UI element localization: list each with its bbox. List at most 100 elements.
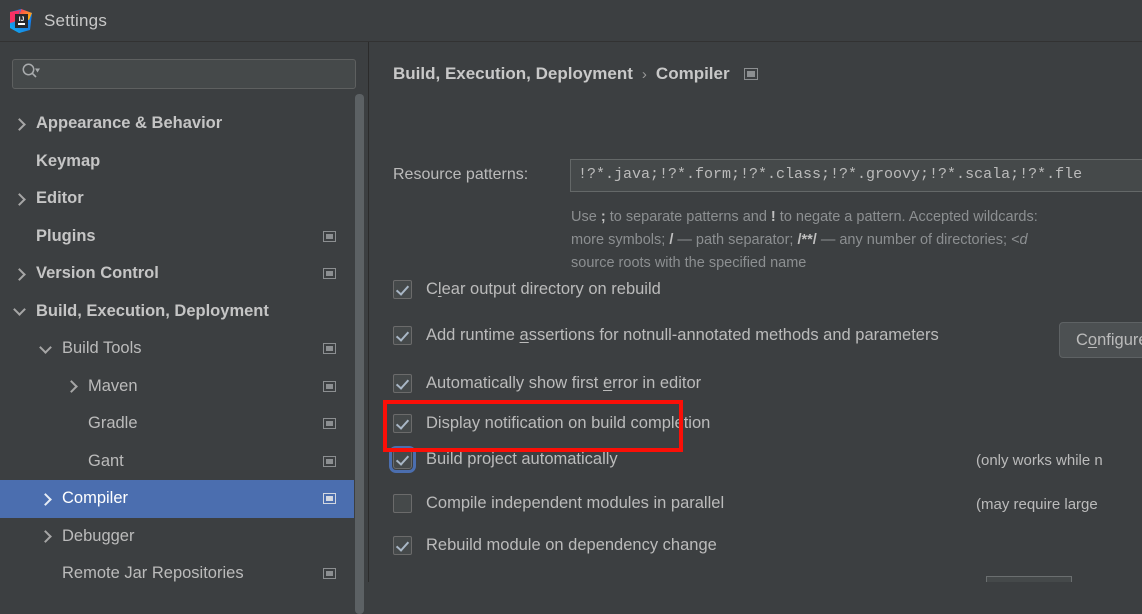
checkbox-label-pre: C — [426, 280, 438, 298]
checkbox-clear-output-directory-on-rebuild[interactable] — [393, 280, 412, 299]
hint-line-3: source roots with the specified name — [571, 255, 807, 271]
chevron-right-icon[interactable] — [38, 491, 54, 507]
sidebar-item-label: Version Control — [36, 264, 159, 283]
sidebar-item-debugger[interactable]: Debugger — [0, 518, 354, 556]
hint-text: Use — [571, 209, 601, 225]
project-scope-icon — [323, 230, 336, 242]
checkbox-label-post: ssertions for notnull-annotated methods … — [528, 326, 939, 344]
sidebar-item-label: Gradle — [88, 414, 138, 433]
checkbox-label-mnemonic: a — [519, 326, 529, 344]
checkbox-rebuild-module-on-dependency-change[interactable] — [393, 536, 412, 555]
checkbox-label: Compile independent modules in parallel — [426, 494, 724, 513]
breadcrumb-parent[interactable]: Build, Execution, Deployment — [393, 64, 633, 84]
sidebar-item-gant[interactable]: Gant — [0, 443, 354, 481]
breadcrumb: Build, Execution, Deployment › Compiler — [393, 64, 758, 84]
chevron-down-icon[interactable] — [38, 340, 54, 357]
heap-size-input[interactable]: 700 — [986, 576, 1072, 582]
sidebar-item-label: Build, Execution, Deployment — [36, 301, 269, 320]
checkbox-add-runtime-assertions-for-notnull-annotated-m[interactable] — [393, 326, 412, 345]
checkbox-label-post: ear output directory on rebuild — [441, 280, 661, 298]
sidebar-item-editor[interactable]: Editor — [0, 180, 354, 218]
sidebar-item-label: Remote Jar Repositories — [62, 564, 244, 582]
checkbox-row-rebuild-module-on-dependency-change[interactable]: Rebuild module on dependency change — [393, 536, 717, 555]
search-icon — [21, 62, 40, 86]
sidebar-item-label: Compiler — [62, 489, 129, 508]
chevron-right-icon[interactable] — [12, 266, 28, 282]
checkbox-row-compile-independent-modules-in-parallel[interactable]: Compile independent modules in parallel — [393, 494, 724, 513]
checkbox-automatically-show-first-error-in-editor[interactable] — [393, 374, 412, 393]
checkbox-row-build-project-automatically[interactable]: Build project automatically — [389, 446, 618, 473]
checkbox-build-project-automatically[interactable] — [389, 446, 416, 473]
checkbox-label: Clear output directory on rebuild — [426, 280, 661, 299]
sidebar-scrollbar-track[interactable] — [355, 94, 364, 614]
sidebar-item-gradle[interactable]: Gradle — [0, 405, 354, 443]
hint-line-2: more symbols; / — path separator; /**/ —… — [571, 229, 1142, 252]
search-field[interactable] — [12, 59, 356, 89]
checkbox-label-mnemonic: e — [602, 374, 613, 392]
checkbox-label-pre: Add runtime — [426, 326, 520, 344]
sidebar-item-build-tools[interactable]: Build Tools — [0, 330, 354, 368]
checkbox-label: Automatically show first error in editor — [426, 374, 701, 393]
breadcrumb-current: Compiler — [655, 64, 730, 83]
hint-globstar: /**/ — [797, 232, 817, 248]
checkbox-row-clear-output-directory-on-rebuild[interactable]: Clear output directory on rebuild — [393, 280, 661, 299]
checkbox-compile-independent-modules-in-parallel[interactable] — [393, 494, 412, 513]
checkbox-row-add-runtime-assertions-for-notnull-annotated-m[interactable]: Add runtime assertions for notnull-annot… — [393, 326, 939, 345]
configure-label-pre: C — [1076, 330, 1088, 349]
window-title: Settings — [44, 10, 108, 30]
intellij-idea-logo-icon: IJ — [8, 8, 34, 34]
chevron-right-icon[interactable] — [64, 378, 80, 394]
search-input[interactable] — [44, 65, 348, 83]
hint-text: — path separator; — [673, 232, 798, 248]
hint-text: to negate a pattern. Accepted wildcards: — [775, 209, 1038, 225]
hint-text: to separate patterns and — [605, 209, 771, 225]
svg-text:IJ: IJ — [19, 16, 25, 23]
sidebar-item-keymap[interactable]: Keymap — [0, 143, 354, 181]
checkbox-label: Display notification on build completion — [426, 414, 710, 433]
sidebar-item-compiler[interactable]: Compiler — [0, 480, 354, 518]
checkbox-label-pre: Rebuild module on dependency change — [426, 536, 717, 554]
sidebar-item-label: Gant — [88, 451, 124, 470]
sidebar-item-build-execution-deployment[interactable]: Build, Execution, Deployment — [0, 293, 354, 331]
checkbox-row-display-notification-on-build-completion[interactable]: Display notification on build completion — [393, 414, 710, 433]
chevron-right-icon[interactable] — [12, 116, 28, 132]
sidebar-item-appearance-behavior[interactable]: Appearance & Behavior — [0, 105, 354, 143]
hint-text: more symbols; — [571, 232, 670, 248]
resource-patterns-input[interactable]: !?*.java;!?*.form;!?*.class;!?*.groovy;!… — [570, 159, 1142, 192]
project-scope-icon — [323, 455, 336, 467]
checkbox-display-notification-on-build-completion[interactable] — [393, 414, 412, 433]
chevron-right-icon[interactable] — [38, 528, 54, 544]
sidebar-item-remote-jar-repositories[interactable]: Remote Jar Repositories — [0, 555, 354, 582]
configure-button[interactable]: Configure... — [1059, 322, 1142, 358]
sidebar-item-plugins[interactable]: Plugins — [0, 218, 354, 256]
chevron-right-icon[interactable] — [12, 191, 28, 207]
sidebar-item-label: Appearance & Behavior — [36, 114, 223, 133]
hint-text: — any number of directories; — [816, 232, 1012, 248]
project-scope-icon — [323, 418, 336, 430]
checkbox-row-automatically-show-first-error-in-editor[interactable]: Automatically show first error in editor — [393, 374, 701, 393]
sidebar-item-maven[interactable]: Maven — [0, 368, 354, 406]
sidebar-item-label: Maven — [88, 376, 138, 395]
sidebar-item-version-control[interactable]: Version Control — [0, 255, 354, 293]
sidebar-scrollbar-thumb[interactable] — [355, 94, 364, 614]
compiler-settings-panel: Build, Execution, Deployment › Compiler … — [369, 42, 1142, 582]
project-scope-icon — [323, 343, 336, 355]
window-title-bar: IJ Settings — [0, 0, 1142, 42]
sidebar-item-label: Keymap — [36, 151, 101, 170]
checkbox-label: Build project automatically — [426, 450, 618, 469]
checkbox-label-pre: Display notification on build completion — [426, 414, 711, 432]
project-scope-icon — [323, 268, 336, 280]
chevron-down-icon[interactable] — [12, 303, 28, 319]
settings-tree[interactable]: Appearance & Behavior Keymap Editor Plugins… — [0, 105, 354, 582]
settings-sidebar: Appearance & Behavior Keymap Editor Plugins… — [0, 42, 368, 614]
checkbox-label: Add runtime assertions for notnull-annot… — [426, 326, 939, 345]
checkbox-label-pre: Compile independent modules in parallel — [426, 494, 725, 512]
project-scope-icon — [743, 68, 758, 80]
project-scope-icon — [323, 568, 336, 580]
configure-label-post: nfigure... — [1097, 330, 1142, 349]
